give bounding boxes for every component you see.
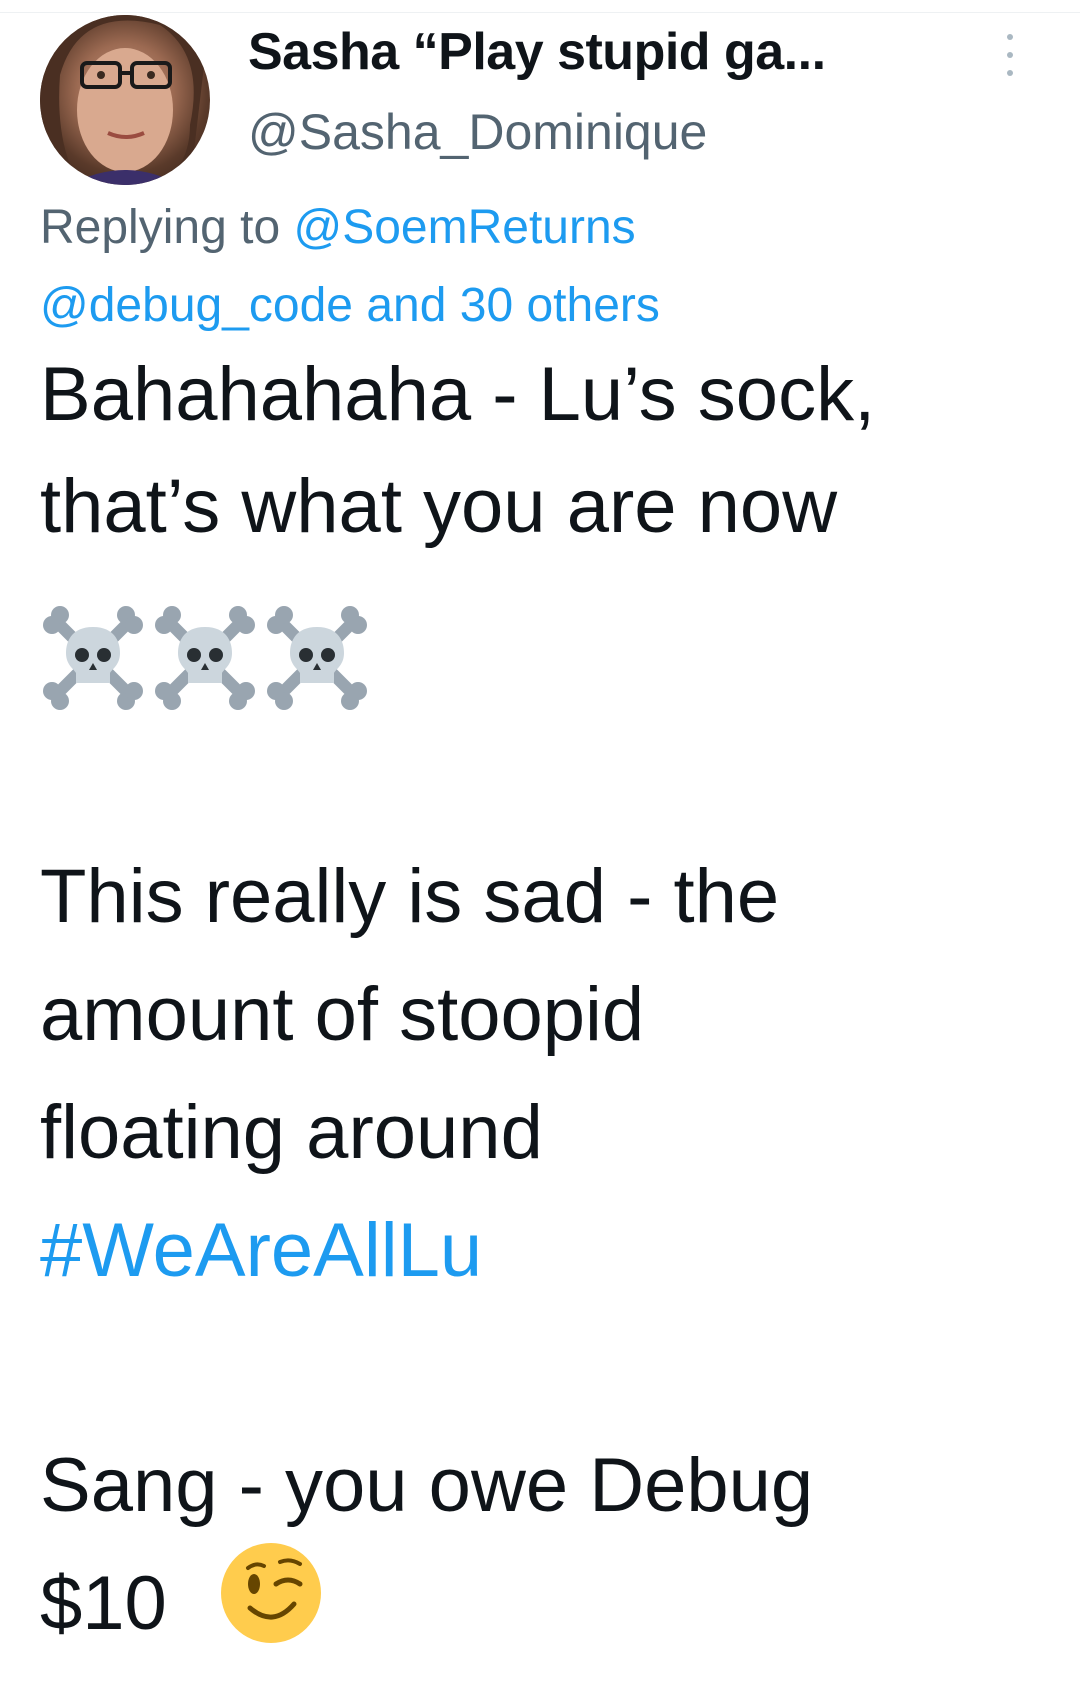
replying-to-label: Replying to [40, 201, 294, 254]
skull-crossbones-icon [155, 606, 255, 710]
others-link[interactable]: 30 others [460, 279, 660, 332]
tweet-text-line-2: that’s what you are now [40, 464, 838, 549]
replying-to-line: Replying to @SoemReturns [40, 200, 636, 255]
more-vertical-icon[interactable] [995, 30, 1025, 80]
replying-to-line-2: @debug_code and 30 others [40, 278, 660, 333]
mention-soemreturns[interactable]: @SoemReturns [293, 201, 635, 254]
emoji-row [40, 605, 370, 715]
user-handle[interactable]: @Sasha_Dominique [248, 103, 707, 161]
avatar[interactable] [40, 15, 210, 185]
skull-crossbones-icon [43, 606, 143, 710]
skull-crossbones-icon [267, 606, 367, 710]
winking-face-icon [221, 1543, 321, 1643]
tweet-text-line-1: Bahahahaha - Lu’s sock, [40, 352, 876, 437]
display-name[interactable]: Sasha “Play stupid ga... [248, 22, 938, 82]
mention-debug-code[interactable]: @debug_code [40, 279, 353, 332]
tweet-text-line-4: amount of stoopid [40, 972, 645, 1057]
and-label: and [352, 279, 460, 332]
tweet-text-line-5: floating around [40, 1090, 543, 1175]
tweet-text-line-6: Sang - you owe Debug [40, 1443, 814, 1528]
avatar-portrait [40, 15, 210, 185]
tweet-text-line-3: This really is sad - the [40, 854, 780, 939]
tweet-header: Sasha “Play stupid ga... @Sasha_Dominiqu… [0, 0, 1080, 200]
tweet-text-line-7: $10 [40, 1561, 167, 1646]
hashtag-link[interactable]: #WeAreAllLu [40, 1192, 1050, 1310]
